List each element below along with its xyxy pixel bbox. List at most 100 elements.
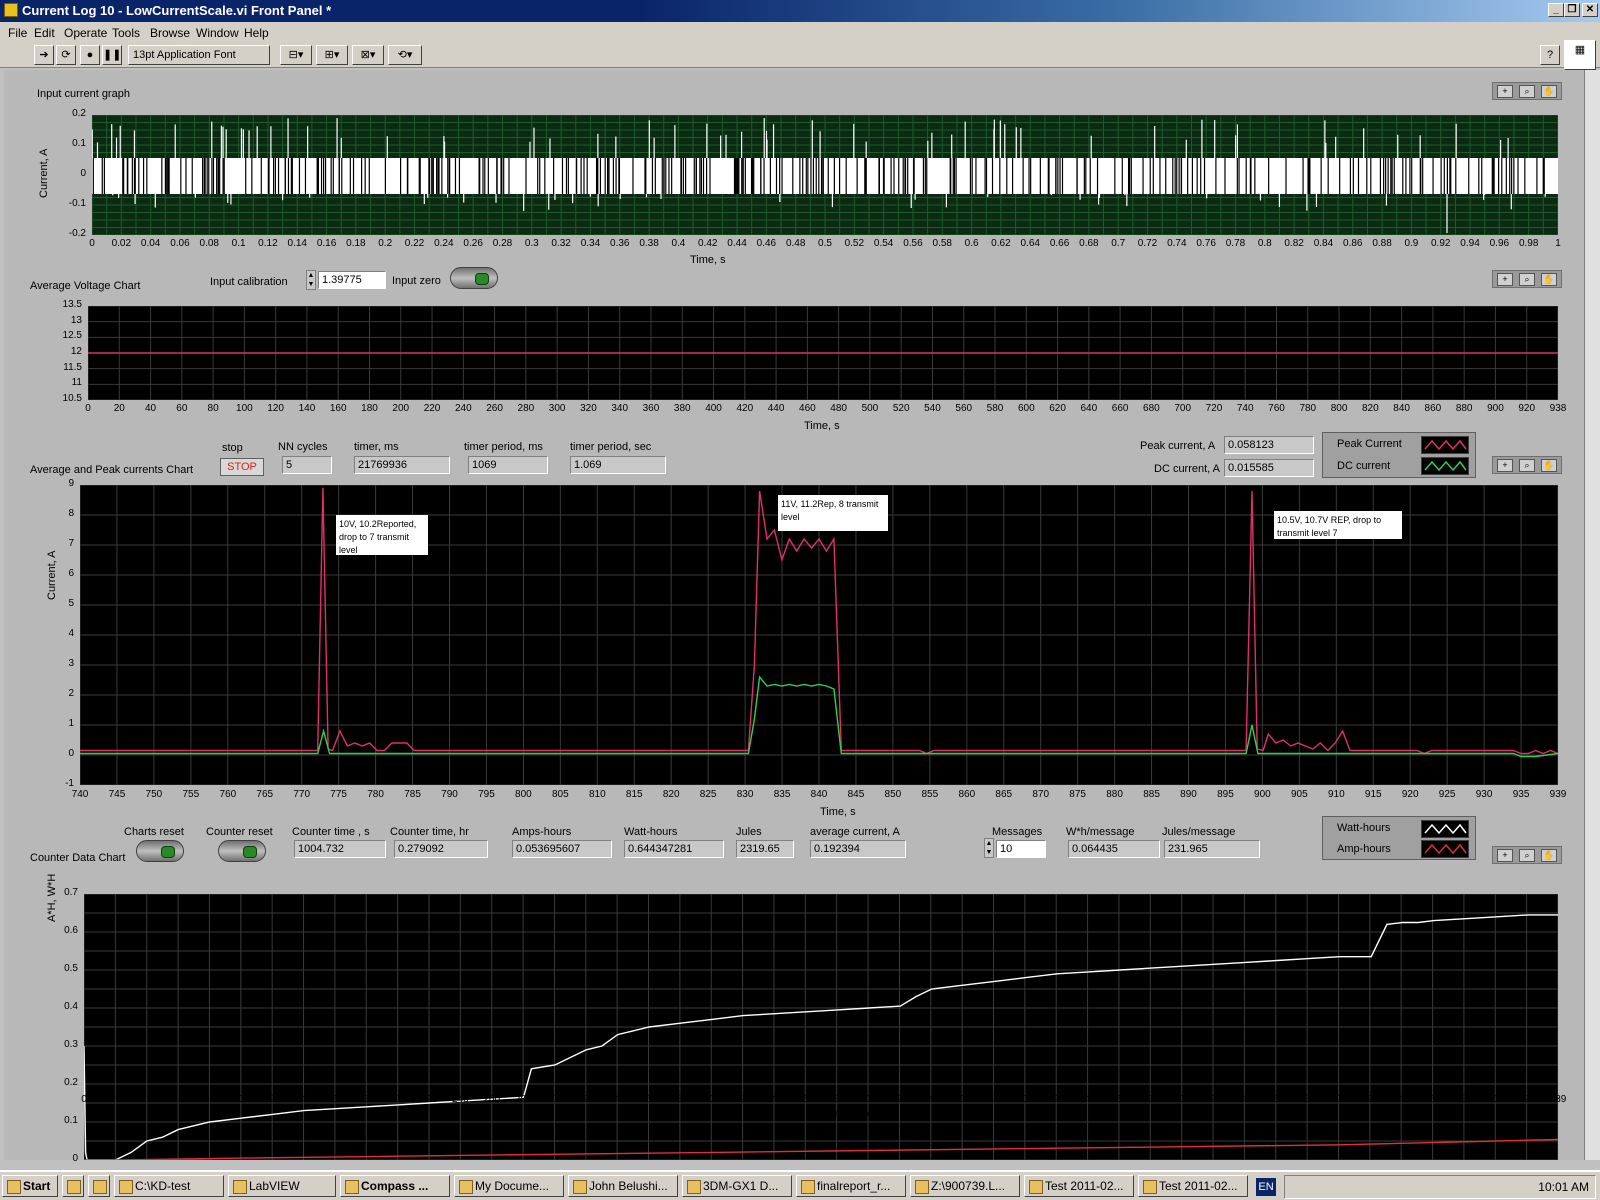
x-tick-label: 800 [1330, 403, 1348, 414]
x-tick-label: 820 [1361, 1094, 1379, 1105]
task-3dm-gx1[interactable]: 3DM-GX1 D... [682, 1175, 792, 1197]
align-objects-icon[interactable]: ⊟▾ [280, 45, 312, 65]
zoom-icon[interactable]: ⌕ [1519, 85, 1535, 98]
cursor-icon[interactable]: + [1497, 459, 1513, 472]
minimize-icon[interactable]: _ [1548, 3, 1564, 17]
x-tick-label: 0.08 [199, 238, 219, 249]
pause-icon[interactable]: ❚❚ [102, 45, 122, 65]
input-calibration-stepper[interactable]: ▲ ▼ [306, 270, 316, 290]
cursor-icon[interactable]: + [1497, 849, 1513, 862]
zoom-icon[interactable]: ⌕ [1519, 459, 1535, 472]
start-button[interactable]: Start [2, 1175, 58, 1197]
menu-file[interactable]: File [8, 26, 27, 40]
x-tick-label: 300 [548, 403, 566, 414]
chart4-legend: Watt-hours Amp-hours [1322, 816, 1476, 860]
x-tick-label: 200 [389, 1094, 406, 1105]
task-kd-test[interactable]: C:\KD-test [114, 1175, 224, 1197]
task-cmd[interactable] [62, 1175, 84, 1197]
resize-objects-icon[interactable]: ⊠▾ [352, 45, 384, 65]
x-tick-label: 915 [1364, 789, 1382, 800]
distribute-objects-icon[interactable]: ⊞▾ [316, 45, 348, 65]
hand-icon[interactable]: ✋ [1541, 85, 1557, 98]
close-icon[interactable]: ✕ [1582, 3, 1598, 17]
x-tick-label: 520 [891, 1094, 908, 1105]
counter-svg [84, 894, 1558, 1160]
stop-button[interactable]: STOP [220, 458, 264, 476]
input-calibration-field[interactable]: 1.39775 [318, 271, 386, 289]
legend-watt-hours: Watt-hours [1337, 822, 1391, 834]
y-tick-label: 7 [68, 538, 74, 549]
y-tick-label: 5 [68, 598, 74, 609]
cursor-icon[interactable]: + [1497, 273, 1513, 286]
run-continuous-icon[interactable]: ⟳ [56, 45, 76, 65]
x-tick-label: 855 [921, 789, 939, 800]
font-select[interactable]: 13pt Application Font [128, 45, 270, 65]
menu-browse[interactable]: Browse [150, 26, 190, 40]
x-tick-label: 640 [1080, 403, 1098, 414]
help-icon[interactable]: ? [1540, 45, 1560, 65]
x-tick-label: 0.84 [1313, 238, 1334, 249]
zoom-icon[interactable]: ⌕ [1519, 273, 1535, 286]
x-tick-label: 120 [267, 403, 284, 414]
y-tick-label: 2 [68, 688, 74, 699]
cursor-icon[interactable]: + [1497, 85, 1513, 98]
chart3-plot[interactable]: 10V, 10.2Reported, drop to 7 transmit le… [80, 485, 1558, 785]
charts-reset-toggle[interactable] [136, 840, 184, 862]
x-tick-label: 860 [1424, 403, 1442, 414]
x-tick-label: 920 [1518, 403, 1536, 414]
hand-icon[interactable]: ✋ [1541, 273, 1557, 286]
maximize-icon[interactable]: ❐ [1564, 3, 1580, 17]
chart4-plot[interactable] [84, 894, 1558, 1160]
task-labview[interactable]: LabVIEW [228, 1175, 336, 1197]
x-tick-label: 360 [642, 403, 660, 414]
noise-band [92, 158, 1558, 194]
x-tick-label: 0.92 [1430, 238, 1451, 249]
chart2-plot[interactable] [88, 306, 1558, 400]
x-tick-label: 740 [71, 789, 89, 800]
menu-edit[interactable]: Edit [34, 26, 55, 40]
x-tick-label: 280 [514, 1094, 532, 1105]
task-john-belushi[interactable]: John Belushi... [568, 1175, 678, 1197]
task-z-drive[interactable]: Z:\900739.L... [910, 1175, 1020, 1197]
task-my-documents[interactable]: My Docume... [454, 1175, 564, 1197]
x-tick-label: 938 [1549, 403, 1567, 414]
menu-window[interactable]: Window [196, 26, 239, 40]
timer-ms-label: timer, ms [354, 441, 399, 453]
messages-stepper[interactable]: ▲ ▼ [984, 838, 994, 858]
task-compass[interactable]: Compass ... [340, 1175, 450, 1197]
counter-reset-toggle[interactable] [218, 840, 266, 862]
x-tick-label: 140 [295, 1094, 312, 1105]
menu-tools[interactable]: Tools [112, 26, 140, 40]
x-tick-label: 0.98 [1518, 238, 1539, 249]
vertical-scrollbar[interactable] [1584, 70, 1600, 1160]
language-indicator[interactable]: EN [1256, 1178, 1276, 1196]
messages-field[interactable]: 10 [996, 840, 1046, 858]
run-arrow-icon[interactable]: ➔ [34, 45, 54, 65]
x-tick-label: 220 [420, 1094, 438, 1105]
task-ie[interactable] [88, 1175, 110, 1197]
abort-icon[interactable]: ● [80, 45, 100, 65]
chart2-xlabel: Time, s [804, 420, 840, 432]
wh-message-field: 0.064435 [1068, 840, 1160, 858]
input-zero-toggle[interactable] [450, 267, 498, 289]
menu-help[interactable]: Help [244, 26, 269, 40]
x-tick-label: 765 [256, 789, 274, 800]
x-tick-label: 460 [799, 403, 816, 414]
x-tick-label: 800 [515, 789, 532, 800]
task-finalreport[interactable]: finalreport_r... [796, 1175, 906, 1197]
y-tick-label: 0 [72, 1153, 78, 1164]
menu-operate[interactable]: Operate [64, 26, 107, 40]
window-title: Current Log 10 - LowCurrentScale.vi Fron… [22, 3, 332, 18]
hand-icon[interactable]: ✋ [1541, 459, 1557, 472]
graph1-plot[interactable] [92, 115, 1558, 235]
hand-icon[interactable]: ✋ [1541, 849, 1557, 862]
y-tick-label: 0.1 [72, 138, 86, 149]
x-tick-label: 0.74 [1167, 238, 1187, 249]
x-tick-label: 785 [404, 789, 421, 800]
task-test-1[interactable]: Test 2011-02... [1024, 1175, 1134, 1197]
zoom-icon[interactable]: ⌕ [1519, 849, 1535, 862]
reorder-icon[interactable]: ⟲▾ [388, 45, 422, 65]
x-tick-label: 0.22 [404, 238, 425, 249]
task-test-2[interactable]: Test 2011-02... [1138, 1175, 1248, 1197]
x-tick-label: 0.6 [964, 238, 979, 249]
